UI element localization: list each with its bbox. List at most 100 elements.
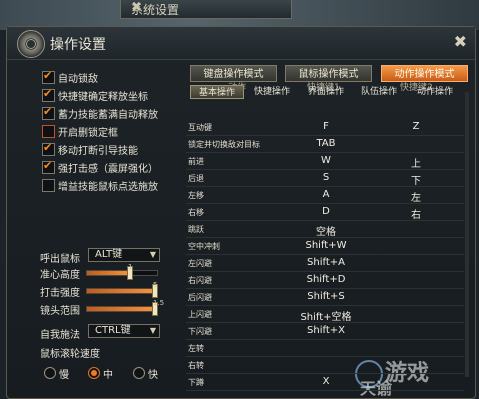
mouse-call-label: 呼出鼠标 [40, 254, 80, 265]
aim-height-fill [87, 271, 129, 275]
table-row[interactable]: 右移 D 右 [186, 204, 464, 221]
table-row[interactable]: 互动键 F Z [186, 119, 464, 136]
row-action: 前进 [188, 157, 204, 166]
row-key2[interactable]: 左 [376, 189, 456, 204]
table-row[interactable]: 前进 W 上 [186, 153, 464, 170]
option-label: 蓄力技能蓄满自动释放 [58, 110, 158, 121]
row-action: 后退 [188, 174, 204, 183]
table-row[interactable]: 左闪避 Shift+A [186, 255, 464, 272]
option-checkbox[interactable]: 增益技能鼠标点选施放 [42, 178, 158, 194]
option-checkbox[interactable]: 蓄力技能蓄满自动释放 [42, 105, 158, 122]
row-action: 下蹲 [188, 378, 204, 387]
table-row[interactable]: 锁定并切换敌对目标 TAB [186, 136, 464, 153]
row-action: 左转 [188, 344, 204, 353]
sub-tab[interactable]: 队伍操作 [352, 85, 406, 99]
table-row[interactable]: 右闪避 Shift+D [186, 272, 464, 289]
option-checkbox[interactable]: 自动锁敌 [42, 69, 98, 86]
table-row[interactable]: 左移 A 左 [186, 187, 464, 204]
lens-range-fill [87, 307, 154, 311]
gear-icon [17, 30, 45, 58]
checkbox-box[interactable] [42, 69, 55, 84]
row-key1[interactable]: W [276, 155, 376, 166]
close-icon[interactable]: ✖ [131, 0, 287, 15]
checkbox-box[interactable] [42, 179, 55, 192]
wheel-speed-label: 鼠标滚轮速度 [40, 349, 100, 360]
option-label: 增益技能鼠标点选施放 [58, 182, 158, 193]
row-key1[interactable]: 空格 [276, 223, 376, 238]
aim-height-slider[interactable] [86, 266, 158, 280]
lens-range-slider[interactable] [86, 302, 158, 316]
checkbox-box[interactable] [42, 125, 55, 138]
row-key1[interactable]: Shift+X [276, 325, 376, 336]
speed-label: 慢 [59, 370, 69, 381]
speed-radio[interactable] [133, 367, 145, 379]
table-row[interactable]: 左转 [186, 340, 464, 357]
sub-tab[interactable]: 动作操作 [408, 85, 462, 99]
row-key1[interactable]: X [276, 376, 376, 387]
sub-tab[interactable]: 界面操作 [299, 85, 353, 99]
mode-tab[interactable]: 键盘操作模式 [190, 65, 277, 82]
lens-range-label: 镜头范围 [40, 306, 80, 317]
checkbox-box[interactable] [42, 105, 55, 120]
option-label: 开启删锁定框 [58, 128, 118, 139]
row-action: 左闪避 [188, 259, 212, 268]
row-key1[interactable]: D [276, 206, 376, 217]
checkbox-box[interactable] [42, 159, 55, 174]
row-key1[interactable]: F [276, 121, 376, 132]
table-row[interactable]: 后闪避 Shift+S [186, 289, 464, 306]
sub-tab[interactable]: 快捷操作 [245, 85, 299, 99]
row-key2[interactable]: 右 [376, 206, 456, 221]
table-row[interactable]: 下蹲 X [186, 374, 464, 391]
scrollbar[interactable] [465, 92, 469, 377]
title-bar: 操作设置 ✖ [7, 27, 475, 60]
chevron-down-icon[interactable]: ▼ [150, 325, 156, 337]
speed-radio[interactable] [88, 367, 100, 379]
mode-tab[interactable]: 动作操作模式 [381, 65, 468, 82]
row-action: 下闪避 [188, 327, 212, 336]
option-label: 强打击感（震屏强化） [58, 164, 158, 175]
checkbox-box[interactable] [42, 87, 55, 102]
table-row[interactable]: 后退 S 下 [186, 170, 464, 187]
checkbox-box[interactable] [42, 141, 55, 156]
table-row[interactable]: 下闪避 Shift+X [186, 323, 464, 340]
table-row[interactable]: 跳跃 空格 [186, 221, 464, 238]
mouse-call-select[interactable]: ALT键 ▼ [88, 248, 160, 262]
row-key1[interactable]: Shift+空格 [276, 308, 376, 323]
row-key1[interactable]: TAB [276, 138, 376, 149]
row-key2[interactable]: 下 [376, 172, 456, 187]
hit-strength-value: 5 [153, 281, 158, 289]
close-icon[interactable]: ✖ [454, 32, 467, 51]
row-key1[interactable]: Shift+W [276, 240, 376, 251]
row-key1[interactable]: A [276, 189, 376, 200]
mouse-call-value: ALT键 [95, 249, 123, 260]
row-action: 左移 [188, 191, 204, 200]
chevron-down-icon[interactable]: ▼ [150, 249, 156, 261]
option-checkbox[interactable]: 移动打断引导技能 [42, 141, 138, 158]
row-key1[interactable]: Shift+D [276, 274, 376, 285]
row-key1[interactable]: Shift+S [276, 291, 376, 302]
row-key1[interactable]: S [276, 172, 376, 183]
hit-strength-slider[interactable] [86, 284, 158, 298]
row-key2[interactable]: Z [376, 121, 456, 132]
row-action: 右移 [188, 208, 204, 217]
row-key1[interactable]: Shift+A [276, 257, 376, 268]
self-cast-value: CTRL键 [95, 325, 131, 336]
row-key2[interactable]: 上 [376, 155, 456, 170]
row-action: 空中冲刺 [188, 242, 220, 251]
self-cast-select[interactable]: CTRL键 ▼ [88, 324, 160, 338]
table-row[interactable]: 上闪避 Shift+空格 [186, 306, 464, 323]
background-system-settings-window: 系统设置 ✖ [120, 0, 292, 19]
option-checkbox[interactable]: 开启删锁定框 [42, 124, 118, 140]
speed-radio[interactable] [44, 367, 56, 379]
table-row[interactable]: 右转 [186, 357, 464, 374]
sub-tab[interactable]: 基本操作 [190, 85, 244, 99]
option-label: 移动打断引导技能 [58, 146, 138, 157]
option-checkbox[interactable]: 强打击感（震屏强化） [42, 159, 158, 176]
row-action: 互动键 [188, 123, 212, 132]
option-checkbox[interactable]: 快捷键确定释放坐标 [42, 87, 148, 104]
hit-strength-label: 打击强度 [40, 288, 80, 299]
table-row[interactable]: 空中冲刺 Shift+W [186, 238, 464, 255]
mode-tab[interactable]: 鼠标操作模式 [285, 65, 372, 82]
aim-height-value: 1 [128, 263, 133, 271]
row-action: 跳跃 [188, 225, 204, 234]
